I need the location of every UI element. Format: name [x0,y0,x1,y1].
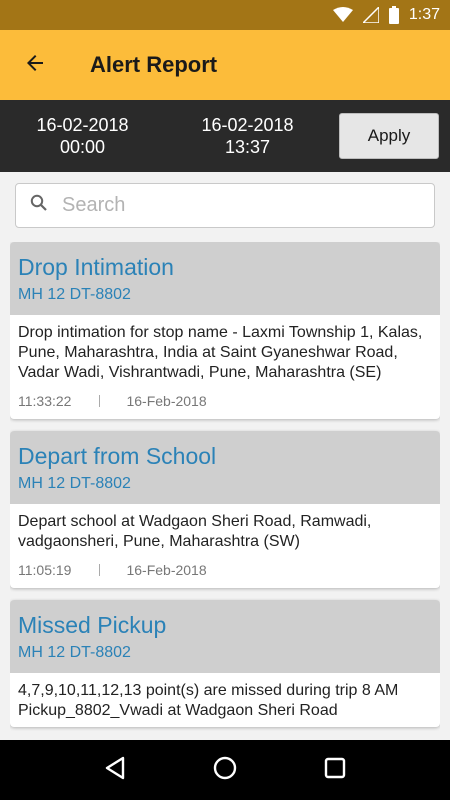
wifi-icon [332,7,353,23]
alert-meta: 11:05:19 16-Feb-2018 [18,562,432,578]
nav-recents-button[interactable] [310,745,360,795]
to-date: 16-02-2018 [201,115,294,135]
alert-list: Drop Intimation MH 12 DT-8802 Drop intim… [10,242,440,740]
alert-title: Missed Pickup [18,612,167,638]
alert-card-body: Depart school at Wadgaon Sheri Road, Ram… [10,504,440,588]
alert-card-body: 4,7,9,10,11,12,13 point(s) are missed du… [10,673,440,727]
search-box [15,183,435,228]
nav-back-button[interactable] [90,745,140,795]
search-input[interactable] [62,194,402,217]
from-date-picker[interactable]: 16-02-2018 00:00 [0,114,165,158]
alert-time: 11:33:22 [18,393,72,409]
from-date: 16-02-2018 [36,115,129,135]
from-time: 00:00 [59,137,106,157]
alert-card[interactable]: Depart from School MH 12 DT-8802 Depart … [10,431,440,588]
to-time: 13:37 [224,137,271,157]
alert-card-header: Depart from School MH 12 DT-8802 [10,431,440,504]
back-button[interactable] [0,30,70,100]
alert-description: 4,7,9,10,11,12,13 point(s) are missed du… [18,682,399,719]
alert-card[interactable]: Missed Pickup MH 12 DT-8802 4,7,9,10,11,… [10,600,440,727]
battery-icon [388,6,399,24]
alert-card[interactable]: Drop Intimation MH 12 DT-8802 Drop intim… [10,242,440,419]
alert-card-header: Drop Intimation MH 12 DT-8802 [10,242,440,315]
meta-divider [99,564,101,576]
vehicle-plate: MH 12 DT-8802 [18,475,131,492]
recents-square-icon [324,757,346,784]
meta-divider [99,395,101,407]
vehicle-plate: MH 12 DT-8802 [18,644,131,661]
alert-description: Drop intimation for stop name - Laxmi To… [18,324,423,381]
signal-icon [362,7,379,23]
alert-description: Depart school at Wadgaon Sheri Road, Ram… [18,513,372,550]
alert-card-body: Drop intimation for stop name - Laxmi To… [10,315,440,419]
alert-title: Depart from School [18,443,217,469]
status-time: 1:37 [408,6,440,23]
alert-date: 16-Feb-2018 [126,393,207,409]
page-title: Alert Report [90,52,218,77]
alert-title: Drop Intimation [18,254,174,280]
nav-home-button[interactable] [200,745,250,795]
date-filter-bar: 16-02-2018 00:00 16-02-2018 13:37 Apply [0,100,450,172]
alert-card-header: Missed Pickup MH 12 DT-8802 [10,600,440,673]
alert-date: 16-Feb-2018 [126,562,207,578]
back-triangle-icon [104,756,126,785]
system-nav-bar [0,740,450,800]
alert-meta: 11:33:22 16-Feb-2018 [18,393,432,409]
to-date-picker[interactable]: 16-02-2018 13:37 [165,114,330,158]
arrow-left-icon [23,51,47,80]
home-circle-icon [212,755,238,786]
vehicle-plate: MH 12 DT-8802 [18,286,131,303]
apply-button[interactable]: Apply [339,113,439,159]
app-bar: Alert Report [0,30,450,100]
alert-time: 11:05:19 [18,562,72,578]
search-icon [30,194,48,217]
status-bar: 1:37 [0,0,450,30]
